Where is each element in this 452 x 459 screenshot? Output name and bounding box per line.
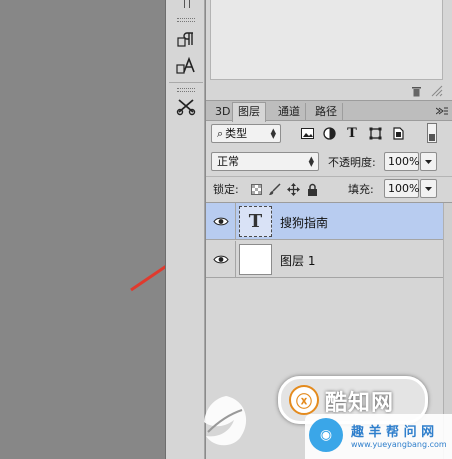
- tool-separator: [169, 82, 203, 83]
- panel-tab-bar: 3D 图层 通道 路径: [206, 101, 452, 122]
- fill-label: 填充:: [348, 183, 374, 196]
- site-url: www.yueyangbang.com: [351, 440, 447, 449]
- spinner-icon: ▲ ▼: [308, 155, 314, 168]
- character-panel-icon[interactable]: [173, 54, 199, 78]
- collapse-arrows-icon[interactable]: [184, 0, 190, 8]
- grip-icon[interactable]: [177, 88, 195, 92]
- opacity-dropdown-button[interactable]: [420, 152, 437, 171]
- opacity-input[interactable]: 100%: [384, 152, 419, 171]
- spinner-icon: ▲ ▼: [270, 127, 276, 140]
- tab-paths[interactable]: 路径: [310, 103, 343, 121]
- layer-thumbnail[interactable]: [239, 244, 272, 275]
- resize-grip-icon[interactable]: [430, 84, 443, 97]
- panel-menu-icon[interactable]: [436, 106, 448, 116]
- fill-value: 100%: [388, 182, 420, 195]
- tool-presets-icon[interactable]: [173, 94, 199, 118]
- visibility-column-divider: [235, 241, 236, 278]
- paragraph-panel-icon[interactable]: [173, 28, 199, 52]
- fill-input[interactable]: 100%: [384, 179, 419, 198]
- upper-panel: [206, 0, 452, 100]
- filter-toggle[interactable]: [427, 123, 437, 143]
- trash-icon[interactable]: [411, 85, 422, 97]
- tab-layers[interactable]: 图层: [232, 102, 266, 122]
- fill-dropdown-button[interactable]: [420, 179, 437, 198]
- upper-panel-content: [210, 0, 443, 80]
- site-name: 趣 羊 帮 问 网: [351, 425, 435, 440]
- filter-kind-select[interactable]: ⌕ 类型 ▲ ▼: [211, 124, 281, 143]
- lock-label: 锁定:: [213, 183, 239, 196]
- chevron-down-icon: [425, 186, 432, 191]
- opacity-value: 100%: [388, 155, 420, 168]
- shape-filter-icon[interactable]: [367, 125, 383, 141]
- leaf-logo-icon: [204, 396, 247, 446]
- smart-object-filter-icon[interactable]: [390, 125, 406, 141]
- opacity-label: 不透明度:: [328, 156, 376, 169]
- image-filter-icon[interactable]: [299, 125, 315, 141]
- type-filter-icon[interactable]: T: [344, 125, 360, 141]
- upper-panel-footer: [206, 81, 452, 100]
- visibility-column-divider: [235, 203, 236, 240]
- adjustment-filter-icon[interactable]: [321, 125, 337, 141]
- blend-mode-select[interactable]: 正常 ▲ ▼: [211, 152, 319, 171]
- layer-row[interactable]: T 搜狗指南: [206, 203, 443, 240]
- eye-icon[interactable]: [213, 216, 229, 227]
- chevron-down-icon: [425, 159, 432, 164]
- filter-kind-value: 类型: [225, 127, 248, 140]
- lock-transparent-icon[interactable]: [249, 182, 263, 196]
- grip-icon[interactable]: [177, 18, 195, 22]
- lock-paint-icon[interactable]: [267, 182, 281, 196]
- panel-divider: [206, 176, 452, 177]
- document-canvas[interactable]: [0, 0, 165, 459]
- lock-move-icon[interactable]: [286, 182, 300, 196]
- blend-mode-value: 正常: [217, 155, 239, 168]
- site-logo-icon: ◉: [309, 418, 343, 452]
- layer-row[interactable]: 图层 1: [206, 241, 443, 278]
- eye-icon[interactable]: [213, 254, 229, 265]
- tab-channels[interactable]: 通道: [273, 103, 306, 121]
- layer-name[interactable]: 图层 1: [280, 252, 315, 269]
- layer-name[interactable]: 搜狗指南: [280, 214, 328, 231]
- lock-all-icon[interactable]: [305, 182, 319, 196]
- watermark-footer: ◉ 趣 羊 帮 问 网 www.yueyangbang.com: [273, 396, 452, 459]
- search-icon: ⌕: [217, 127, 224, 140]
- tool-strip: [165, 0, 205, 459]
- site-watermark-card: ◉ 趣 羊 帮 问 网 www.yueyangbang.com: [305, 414, 452, 459]
- text-layer-thumbnail[interactable]: T: [239, 206, 272, 237]
